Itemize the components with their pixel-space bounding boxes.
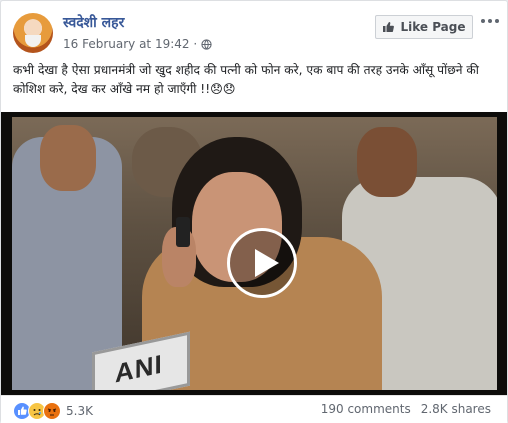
like-page-button[interactable]: Like Page [375,15,473,39]
post-text: कभी देखा है ऐसा प्रधानमंत्री जो खुद शहीद… [13,61,497,99]
page-name-link[interactable]: स्वदेशी लहर [63,13,124,32]
engagement-stats: 190 comments 2.8K shares [321,402,491,416]
figure-left-head [40,125,96,191]
globe-icon[interactable] [201,38,212,50]
page-avatar[interactable] [13,13,53,53]
reactions-summary[interactable]: 5.3K [13,402,93,420]
post-meta: 16 February at 19:42 · [63,37,212,51]
figure-right-head [357,127,417,197]
more-options-icon[interactable] [481,19,499,23]
post-text-content: कभी देखा है ऐसा प्रधानमंत्री जो खुद शहीद… [13,63,479,96]
video-player[interactable]: ANI [1,112,507,395]
post-card: स्वदेशी लहर 16 February at 19:42 · Like … [0,0,508,423]
like-page-label: Like Page [400,20,466,34]
angry-reaction-icon [43,402,61,420]
post-footer: 5.3K 190 comments 2.8K shares [1,395,507,423]
comments-count[interactable]: 190 comments [321,402,411,416]
play-triangle [255,249,279,277]
post-timestamp[interactable]: 16 February at 19:42 · [63,37,197,51]
shares-count[interactable]: 2.8K shares [421,402,491,416]
ani-logo-text: ANI [115,348,163,389]
reaction-count: 5.3K [66,404,93,418]
phone-icon [176,217,190,247]
video-frame: ANI [12,117,497,390]
thumbs-up-icon [383,22,395,32]
avatar-beard [25,35,41,47]
play-icon[interactable] [227,228,297,298]
